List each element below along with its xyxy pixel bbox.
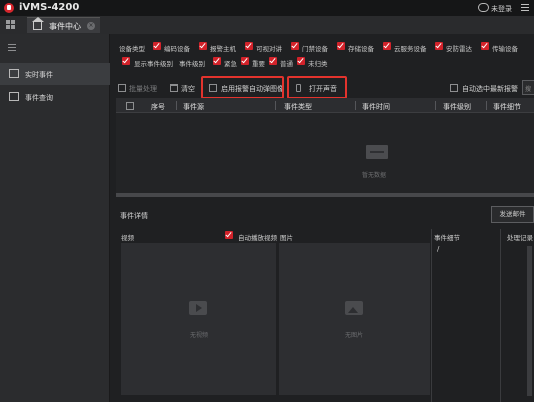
column-header-index[interactable]: 序号 xyxy=(151,102,165,112)
latest-alarm-checkbox[interactable] xyxy=(450,84,458,92)
column-header-time[interactable]: 事件时间 xyxy=(362,102,390,112)
column-header-type[interactable]: 事件类型 xyxy=(284,102,312,112)
option-label: 编码设备 xyxy=(164,45,190,53)
clear-button[interactable]: 清空 xyxy=(170,78,200,98)
auto-play-label: 自动播放视频 xyxy=(238,234,277,242)
sidebar-item-event-query[interactable]: 事件查询 xyxy=(0,86,110,108)
show-level-label: 显示事件级别 xyxy=(134,60,173,68)
search-input[interactable]: 搜 xyxy=(522,80,534,95)
process-record-label: 处理记录 xyxy=(507,234,533,242)
picture-panel: 无图片 xyxy=(279,243,430,395)
close-icon[interactable]: × xyxy=(87,22,95,30)
select-all-checkbox[interactable] xyxy=(126,102,134,110)
column-header-level[interactable]: 事件级别 xyxy=(443,102,471,112)
play-icon xyxy=(189,301,207,315)
no-picture-label: 无图片 xyxy=(345,332,364,339)
picture-label: 图片 xyxy=(280,234,293,242)
option-label: 云服务设备 xyxy=(394,45,427,53)
option-label: 安防雷达 xyxy=(446,45,472,53)
highlight-box-auto-popup xyxy=(201,76,284,99)
option-label: 普通 xyxy=(280,60,293,68)
list-icon xyxy=(9,92,19,101)
option-label: 重要 xyxy=(252,60,265,68)
column-header-source[interactable]: 事件源 xyxy=(183,102,204,112)
checkbox-level-important[interactable] xyxy=(241,57,249,65)
batch-icon xyxy=(118,84,126,92)
column-separator xyxy=(355,101,356,110)
video-label: 视频 xyxy=(121,234,134,242)
monitor-icon xyxy=(9,69,19,78)
checkbox-show-level[interactable] xyxy=(122,57,130,65)
checkbox-level-normal[interactable] xyxy=(269,57,277,65)
option-label: 门禁设备 xyxy=(302,45,328,53)
option-label: 传输设备 xyxy=(492,45,518,53)
option-label: 紧急 xyxy=(224,60,237,68)
column-separator xyxy=(275,101,276,110)
empty-state-label: 暂无数据 xyxy=(362,172,387,179)
checkbox-cloud-device[interactable] xyxy=(383,42,391,50)
highlight-box-open-sound xyxy=(287,76,347,99)
empty-box-icon xyxy=(366,145,388,159)
no-video-label: 无视频 xyxy=(190,332,209,339)
checkbox-transmission-device[interactable] xyxy=(481,42,489,50)
checkbox-level-unclassified[interactable] xyxy=(297,57,305,65)
option-label: 报警主机 xyxy=(210,45,236,53)
sidebar-item-label: 实时事件 xyxy=(25,71,53,79)
option-label: 存储设备 xyxy=(348,45,374,53)
event-details-title: 事件详情 xyxy=(120,212,148,220)
cloud-icon[interactable] xyxy=(478,3,489,12)
sidebar: 实时事件 事件查询 xyxy=(0,34,110,402)
record-scrollbar[interactable] xyxy=(527,246,532,396)
device-type-label: 设备类型 xyxy=(119,45,145,53)
app-title: iVMS-4200 xyxy=(19,2,80,13)
tab-bar: 事件中心 × xyxy=(0,16,534,34)
menu-icon[interactable] xyxy=(521,4,529,12)
sidebar-item-realtime-events[interactable]: 实时事件 xyxy=(0,63,110,85)
hamburger-icon[interactable] xyxy=(8,44,16,51)
home-icon xyxy=(32,17,44,30)
trash-icon xyxy=(170,84,178,92)
record-column-divider xyxy=(500,229,501,402)
batch-process-button[interactable]: 批量处理 xyxy=(118,78,166,98)
checkbox-security-radar[interactable] xyxy=(435,42,443,50)
latest-alarm-label: 自动选中最新报警 xyxy=(462,85,518,93)
column-header-detail[interactable]: 事件细节 xyxy=(493,102,521,112)
event-table: 序号 事件源 事件类型 事件时间 事件级别 事件细节 暂无数据 xyxy=(116,98,534,194)
checkbox-video-intercom[interactable] xyxy=(245,42,253,50)
title-bar: iVMS-4200 未登录 xyxy=(0,0,534,16)
checkbox-access-control[interactable] xyxy=(291,42,299,50)
tab-label: 事件中心 xyxy=(49,22,81,31)
detail-column-divider xyxy=(431,229,432,402)
option-label: 未归类 xyxy=(308,60,328,68)
batch-process-label: 批量处理 xyxy=(129,85,157,93)
event-level-label: 事件级别 xyxy=(179,60,205,68)
checkbox-level-urgent[interactable] xyxy=(213,57,221,65)
video-panel: 无视频 xyxy=(121,243,276,395)
app-logo-icon xyxy=(4,3,14,13)
table-header: 序号 事件源 事件类型 事件时间 事件级别 事件细节 xyxy=(116,98,534,113)
grid-icon[interactable] xyxy=(6,20,16,30)
sidebar-item-label: 事件查询 xyxy=(25,94,53,102)
picture-icon xyxy=(345,301,363,315)
event-detail-label: 事件细节 xyxy=(434,234,460,242)
option-label: 可视对讲 xyxy=(256,45,282,53)
clear-label: 清空 xyxy=(181,85,195,93)
event-details-header: 事件详情 xyxy=(116,206,534,222)
column-separator xyxy=(176,101,177,110)
auto-play-checkbox[interactable] xyxy=(225,231,233,239)
login-status[interactable]: 未登录 xyxy=(491,4,512,14)
send-mail-button[interactable]: 发送邮件 xyxy=(491,206,534,223)
checkbox-alarm-host[interactable] xyxy=(199,42,207,50)
table-horizontal-scrollbar[interactable] xyxy=(116,193,534,197)
column-separator xyxy=(435,101,436,110)
event-detail-value: / xyxy=(437,245,440,253)
checkbox-encoding-device[interactable] xyxy=(153,42,161,50)
checkbox-storage-device[interactable] xyxy=(337,42,345,50)
tab-event-center[interactable]: 事件中心 × xyxy=(27,17,100,33)
column-separator xyxy=(486,101,487,110)
